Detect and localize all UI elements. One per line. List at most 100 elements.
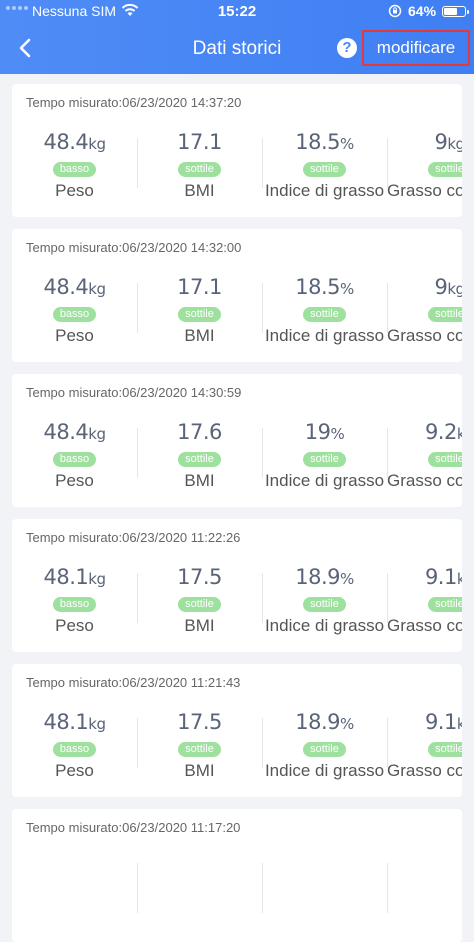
status-badge: sottile bbox=[303, 597, 346, 612]
status-badge: sottile bbox=[428, 162, 462, 177]
metric-value-line: 17.1 bbox=[137, 275, 262, 303]
metric-unit: kg bbox=[456, 425, 462, 443]
metric-label: Indice di grasso bbox=[264, 181, 385, 200]
metric-fat2: 9.1kg sottile Grasso corporeo bbox=[387, 565, 462, 645]
metric-fat: 19% sottile Indice di grasso bbox=[262, 420, 387, 500]
metric-value: 9 bbox=[434, 275, 448, 299]
metric-label: Peso bbox=[55, 471, 94, 490]
battery-percent: 64% bbox=[408, 3, 437, 19]
metric-fat2: 9.2kg sottile Grasso corporeo bbox=[387, 420, 462, 500]
metric-value-line: 17.1 bbox=[137, 130, 262, 158]
status-badge: sottile bbox=[178, 452, 221, 467]
metric-value: 48.4 bbox=[43, 130, 89, 154]
metric-value: 17.1 bbox=[177, 130, 222, 154]
metric-value-line bbox=[137, 855, 262, 883]
metric-value: 9 bbox=[434, 130, 448, 154]
metric-weight: 48.1kg basso Peso bbox=[12, 565, 137, 645]
metric-label: Indice di grasso bbox=[264, 471, 385, 490]
metric-weight bbox=[12, 855, 137, 935]
metric-weight: 48.1kg basso Peso bbox=[12, 710, 137, 790]
metric-value: 17.5 bbox=[177, 710, 222, 734]
measured-time: Tempo misurato:06/23/2020 11:21:43 bbox=[26, 675, 241, 690]
metric-bmi: 17.1 sottile BMI bbox=[137, 275, 262, 355]
metric-value: 19 bbox=[304, 420, 331, 444]
metric-value-line: 18.9% bbox=[262, 565, 387, 593]
metric-label: Grasso corporeo bbox=[387, 471, 462, 490]
metric-unit: % bbox=[340, 570, 354, 588]
help-button[interactable]: ? bbox=[337, 38, 357, 58]
metric-weight: 48.4kg basso Peso bbox=[12, 420, 137, 500]
metric-unit: % bbox=[330, 425, 345, 443]
record-card[interactable]: Tempo misurato:06/23/2020 11:21:43 48.1kg… bbox=[12, 664, 462, 797]
metric-value-line: 9.1kg bbox=[387, 565, 462, 593]
status-badge: sottile bbox=[178, 162, 221, 177]
metric-unit: kg bbox=[88, 570, 106, 588]
metric-value-line: 48.1kg bbox=[12, 565, 137, 593]
status-badge: basso bbox=[52, 452, 97, 467]
metric-label: Peso bbox=[55, 181, 94, 200]
status-badge: sottile bbox=[178, 597, 221, 612]
metric-fat: 18.5% sottile Indice di grasso bbox=[262, 275, 387, 355]
record-card[interactable]: Tempo misurato:06/23/2020 11:17:20 bbox=[12, 809, 462, 942]
metric-value-line: 17.5 bbox=[137, 710, 262, 738]
battery-icon bbox=[442, 6, 469, 17]
metric-fat: 18.9% sottile Indice di grasso bbox=[262, 565, 387, 645]
metric-unit: % bbox=[340, 135, 354, 153]
status-badge: sottile bbox=[303, 452, 346, 467]
record-card[interactable]: Tempo misurato:06/23/2020 11:22:26 48.1kg… bbox=[12, 519, 462, 652]
record-card[interactable]: Tempo misurato:06/23/2020 14:32:00 48.4kg… bbox=[12, 229, 462, 362]
metric-value: 18.9 bbox=[295, 710, 340, 734]
metric-value-line: 9.2kg bbox=[387, 420, 462, 448]
app-header: Nessuna SIM 15:22 64% Dati storici ? mod… bbox=[0, 0, 474, 74]
metric-value-line: 48.4kg bbox=[12, 130, 137, 158]
metric-bmi: 17.1 sottile BMI bbox=[137, 130, 262, 210]
metric-label: BMI bbox=[184, 181, 215, 200]
metric-value-line: 17.6 bbox=[137, 420, 262, 448]
metric-value: 18.5 bbox=[295, 130, 340, 154]
metric-unit: kg bbox=[447, 135, 462, 153]
metric-value: 9.2 bbox=[424, 420, 457, 444]
metric-label: BMI bbox=[184, 616, 215, 635]
metric-value-line bbox=[387, 855, 462, 883]
status-badge: basso bbox=[52, 307, 97, 322]
metric-value-line: 18.9% bbox=[262, 710, 387, 738]
metric-value: 48.1 bbox=[43, 565, 89, 589]
metric-value-line: 48.1kg bbox=[12, 710, 137, 738]
status-badge: sottile bbox=[178, 307, 221, 322]
metric-fat2: 9kg sottile Grasso corporeo bbox=[387, 275, 462, 355]
metric-value: 17.6 bbox=[177, 420, 222, 444]
status-badge: sottile bbox=[428, 452, 462, 467]
record-card[interactable]: Tempo misurato:06/23/2020 14:37:20 48.4kg… bbox=[12, 84, 462, 217]
status-badge: sottile bbox=[428, 742, 462, 757]
measured-time: Tempo misurato:06/23/2020 14:32:00 bbox=[26, 240, 242, 255]
metric-value-line: 18.5% bbox=[262, 130, 387, 158]
metric-value-line: 48.4kg bbox=[12, 275, 137, 303]
clock: 15:22 bbox=[217, 3, 257, 20]
orientation-lock-icon bbox=[388, 4, 402, 18]
metric-unit: kg bbox=[447, 280, 462, 298]
metric-value: 17.5 bbox=[177, 565, 222, 589]
record-card[interactable]: Tempo misurato:06/23/2020 14:30:59 48.4kg… bbox=[12, 374, 462, 507]
metric-unit: kg bbox=[88, 715, 106, 733]
metric-value-line: 48.4kg bbox=[12, 420, 137, 448]
metric-fat2 bbox=[387, 855, 462, 935]
metric-label: Grasso corporeo bbox=[387, 181, 462, 200]
metric-label: BMI bbox=[184, 326, 215, 345]
status-badge: sottile bbox=[428, 597, 462, 612]
metric-value: 48.4 bbox=[43, 420, 89, 444]
status-badge: basso bbox=[52, 597, 97, 612]
status-badge: sottile bbox=[303, 307, 346, 322]
edit-button[interactable]: modificare bbox=[362, 30, 470, 66]
metric-value: 48.4 bbox=[43, 275, 89, 299]
metric-value: 48.1 bbox=[43, 710, 89, 734]
metric-label: Grasso corporeo bbox=[387, 761, 462, 780]
metric-value: 18.9 bbox=[295, 565, 340, 589]
metric-value-line: 19% bbox=[262, 420, 387, 448]
metric-fat2: 9.1kg sottile Grasso corporeo bbox=[387, 710, 462, 790]
metric-label: Indice di grasso bbox=[264, 616, 385, 635]
metric-value-line: 9.1kg bbox=[387, 710, 462, 738]
status-badge: sottile bbox=[178, 742, 221, 757]
metric-value-line bbox=[262, 855, 387, 883]
metric-fat2: 9kg sottile Grasso corporeo bbox=[387, 130, 462, 210]
status-badge: basso bbox=[52, 742, 97, 757]
